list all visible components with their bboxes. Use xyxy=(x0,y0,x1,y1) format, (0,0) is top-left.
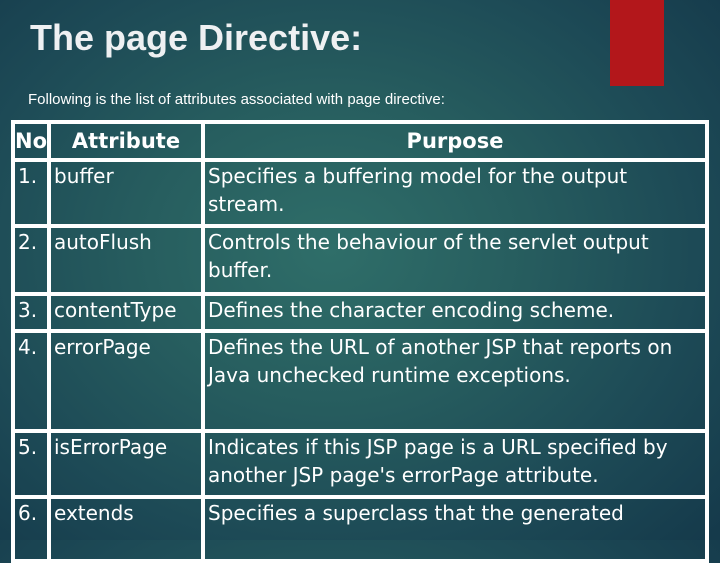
header-no: No xyxy=(11,120,51,162)
table-row: 6. extends Specifies a superclass that t… xyxy=(11,495,709,563)
table-row: 3. contentType Defines the character enc… xyxy=(11,292,709,333)
row-attribute: autoFlush xyxy=(47,224,205,296)
row-purpose: Specifies a superclass that the generate… xyxy=(201,495,709,563)
row-purpose: Controls the behaviour of the servlet ou… xyxy=(201,224,709,296)
row-purpose: Defines the character encoding scheme. xyxy=(201,292,709,333)
table-row: 4. errorPage Defines the URL of another … xyxy=(11,329,709,433)
header-purpose: Purpose xyxy=(201,120,709,162)
table-row: 5. isErrorPage Indicates if this JSP pag… xyxy=(11,429,709,499)
accent-bar xyxy=(610,0,664,86)
row-number: 4. xyxy=(11,329,51,433)
header-attribute: Attribute xyxy=(47,120,205,162)
slide-title: The page Directive: xyxy=(30,17,363,58)
row-number: 1. xyxy=(11,158,51,228)
slide-subtitle: Following is the list of attributes asso… xyxy=(28,91,445,108)
row-number: 2. xyxy=(11,224,51,296)
row-attribute: buffer xyxy=(47,158,205,228)
row-attribute: contentType xyxy=(47,292,205,333)
row-number: 3. xyxy=(11,292,51,333)
row-number: 5. xyxy=(11,429,51,499)
table-header-row: No Attribute Purpose xyxy=(11,120,709,162)
attributes-table: No Attribute Purpose 1. buffer Specifies… xyxy=(11,120,709,563)
row-purpose: Specifies a buffering model for the outp… xyxy=(201,158,709,228)
table-row: 2. autoFlush Controls the behaviour of t… xyxy=(11,224,709,296)
row-purpose: Indicates if this JSP page is a URL spec… xyxy=(201,429,709,499)
row-purpose: Defines the URL of another JSP that repo… xyxy=(201,329,709,433)
table-row: 1. buffer Specifies a buffering model fo… xyxy=(11,158,709,228)
row-attribute: extends xyxy=(47,495,205,563)
row-attribute: errorPage xyxy=(47,329,205,433)
row-attribute: isErrorPage xyxy=(47,429,205,499)
row-number: 6. xyxy=(11,495,51,563)
